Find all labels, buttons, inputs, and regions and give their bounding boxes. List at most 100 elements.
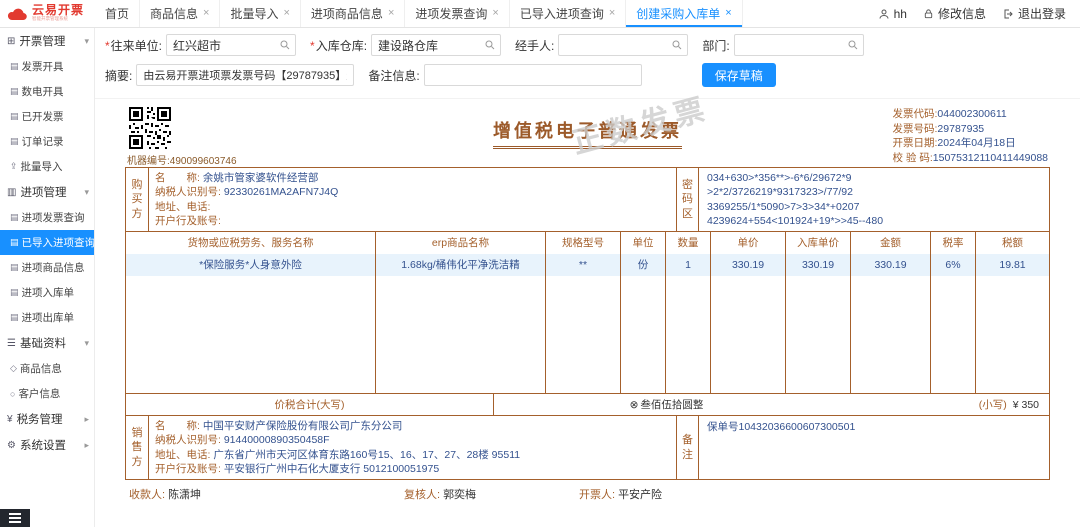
user-menu[interactable]: hh xyxy=(878,7,907,21)
sidebar-item-invoice-issue[interactable]: ▤发票开具 xyxy=(0,54,94,79)
reviewer-name: 郭奕梅 xyxy=(443,489,476,501)
total-words-label: 价税合计(大写) xyxy=(126,394,494,415)
password-line: 4239624+554<101924+19*>>45--480 xyxy=(707,214,1041,228)
password-line: 034+630>*356**>-6*6/29672*9 xyxy=(707,171,1041,185)
search-icon[interactable] xyxy=(279,39,291,51)
remark-input[interactable] xyxy=(424,64,642,86)
document-icon: ▤ xyxy=(10,237,19,248)
column-header: 税额 xyxy=(976,232,1049,254)
cell-spec: ** xyxy=(546,254,620,276)
column-header: erp商品名称 xyxy=(376,232,545,254)
sidebar-section-tax-management[interactable]: ¥ 税务管理 ▸ xyxy=(0,406,94,432)
password-area-side-label: 密码区 xyxy=(676,168,699,231)
issuer-name: 平安产险 xyxy=(618,489,662,501)
customer-icon: ○ xyxy=(10,389,15,399)
document-icon: ▤ xyxy=(10,312,19,323)
section-label: 开票管理 xyxy=(19,33,65,49)
tab-batch-import[interactable]: 批量导入× xyxy=(220,0,300,27)
sidebar-section-system-settings[interactable]: ⚙ 系统设置 ▸ xyxy=(0,432,94,458)
handler-input[interactable] xyxy=(558,34,688,56)
sidebar-item-issued-invoices[interactable]: ▤已开发票 xyxy=(0,104,94,129)
sidebar-item-batch-import[interactable]: ⇪批量导入 xyxy=(0,154,94,179)
warehouse-input[interactable] xyxy=(371,34,501,56)
column-erp-name: erp商品名称1.68kg/桶伟化平净洗洁精 xyxy=(376,232,546,393)
top-bar: 云易开票 智能开票管理系统 首页 商品信息× 批量导入× 进项商品信息× 进项发… xyxy=(0,0,1080,28)
sidebar-item-product-info[interactable]: ◇商品信息 xyxy=(0,356,94,381)
sidebar-section-input-management[interactable]: ▥ 进项管理 ▾ xyxy=(0,179,94,205)
invoice-total-row: 价税合计(大写) ⊗叁佰伍拾圆整 (小写)¥ 350 xyxy=(126,394,1049,416)
section-label: 基础资料 xyxy=(20,335,66,351)
buyer-taxid: 92330261MA2AFN7J4Q xyxy=(224,186,338,198)
purchase-order-form: *往来单位: *入库仓库: 经手人: 部门: xyxy=(95,28,1080,99)
tab-input-invoice-query[interactable]: 进项发票查询× xyxy=(405,0,509,27)
remark-label: 备注信息: xyxy=(368,67,419,84)
search-icon[interactable] xyxy=(671,39,683,51)
column-header: 单位 xyxy=(621,232,665,254)
anti-fake-symbol: ⊗ xyxy=(630,399,639,411)
tab-bar: 首页 商品信息× 批量导入× 进项商品信息× 进项发票查询× 已导入进项查询× … xyxy=(95,0,743,27)
seller-details: 名 称: 中国平安财产保险股份有限公司广东分公司 纳税人识别号: 9144000… xyxy=(149,416,676,479)
column-header: 税率 xyxy=(931,232,975,254)
column-header: 规格型号 xyxy=(546,232,620,254)
column-header: 货物或应税劳务、服务名称 xyxy=(126,232,375,254)
sidebar-collapse-toggle[interactable] xyxy=(0,509,30,527)
column-stockin-price: 入库单价330.19 xyxy=(786,232,851,393)
tab-create-purchase-order[interactable]: 创建采购入库单× xyxy=(626,0,742,27)
logout-button[interactable]: 退出登录 xyxy=(1002,5,1066,22)
tab-close-icon[interactable]: × xyxy=(609,8,615,19)
sidebar-item-input-delivery[interactable]: ▤进项出库单 xyxy=(0,305,94,330)
sidebar-item-input-receipt[interactable]: ▤进项入库单 xyxy=(0,280,94,305)
sidebar-item-digital-issue[interactable]: ▤数电开具 xyxy=(0,79,94,104)
sidebar-item-input-invoice-query[interactable]: ▤进项发票查询 xyxy=(0,205,94,230)
chevron-right-icon: ▸ xyxy=(84,414,89,425)
item-label: 客户信息 xyxy=(18,386,60,401)
save-draft-button[interactable]: 保存草稿 xyxy=(702,63,776,87)
partner-input[interactable] xyxy=(166,34,296,56)
invoice-code-label: 发票代码: xyxy=(893,108,938,120)
summary-input[interactable] xyxy=(136,64,354,86)
invoice-management-icon: ⊞ xyxy=(7,36,15,47)
tab-imported-input-query[interactable]: 已导入进项查询× xyxy=(510,0,626,27)
sidebar-item-order-records[interactable]: ▤订单记录 xyxy=(0,129,94,154)
required-mark: * xyxy=(310,39,315,53)
column-unit: 单位份 xyxy=(621,232,666,393)
sidebar-section-basic-data[interactable]: ☰ 基础资料 ▾ xyxy=(0,330,94,356)
logout-label: 退出登录 xyxy=(1018,5,1066,22)
import-icon: ⇪ xyxy=(10,161,18,172)
modify-info-button[interactable]: 修改信息 xyxy=(923,5,986,22)
section-label: 进项管理 xyxy=(20,184,66,200)
invoice-number: 29787935 xyxy=(937,123,984,135)
tab-input-product-info[interactable]: 进项商品信息× xyxy=(301,0,405,27)
tab-label: 首页 xyxy=(105,5,129,22)
cell-amount: 330.19 xyxy=(851,254,930,276)
tab-close-icon[interactable]: × xyxy=(388,8,394,19)
tab-close-icon[interactable]: × xyxy=(203,8,209,19)
input-management-icon: ▥ xyxy=(7,187,16,198)
top-bar-actions: hh 修改信息 退出登录 xyxy=(878,0,1080,27)
handler-label: 经手人: xyxy=(515,37,554,54)
buyer-name-label: 名 称: xyxy=(155,172,200,184)
gear-icon: ⚙ xyxy=(7,440,16,451)
sidebar-item-imported-input-query[interactable]: ▤已导入进项查询 xyxy=(0,230,94,255)
column-tax-rate: 税率6% xyxy=(931,232,976,393)
tab-product-info[interactable]: 商品信息× xyxy=(140,0,220,27)
sidebar-section-invoice-management[interactable]: ⊞ 开票管理 ▾ xyxy=(0,28,94,54)
summary-label: 摘要: xyxy=(105,67,132,84)
total-amount-words: ⊗叁佰伍拾圆整 xyxy=(494,394,839,415)
department-input-wrap xyxy=(734,34,864,56)
column-tax-amount: 税额19.81 xyxy=(976,232,1049,393)
department-input[interactable] xyxy=(734,34,864,56)
search-icon[interactable] xyxy=(847,39,859,51)
document-icon: ▤ xyxy=(10,212,19,223)
tab-close-icon[interactable]: × xyxy=(283,8,289,19)
sidebar-item-customer-info[interactable]: ○客户信息 xyxy=(0,381,94,406)
search-icon[interactable] xyxy=(484,39,496,51)
invoice-meta: 发票代码:044002300611 发票号码:29787935 开票日期:202… xyxy=(893,107,1049,166)
chevron-down-icon: ▾ xyxy=(84,36,89,47)
password-line: 3369255/1*5090>7>3>34*+0207 xyxy=(707,200,1041,214)
tab-close-icon[interactable]: × xyxy=(492,8,498,19)
tab-close-icon[interactable]: × xyxy=(725,8,731,19)
tab-home[interactable]: 首页 xyxy=(95,0,140,27)
sidebar-item-input-product-info[interactable]: ▤进项商品信息 xyxy=(0,255,94,280)
total-amount-figures: (小写)¥ 350 xyxy=(839,394,1049,415)
